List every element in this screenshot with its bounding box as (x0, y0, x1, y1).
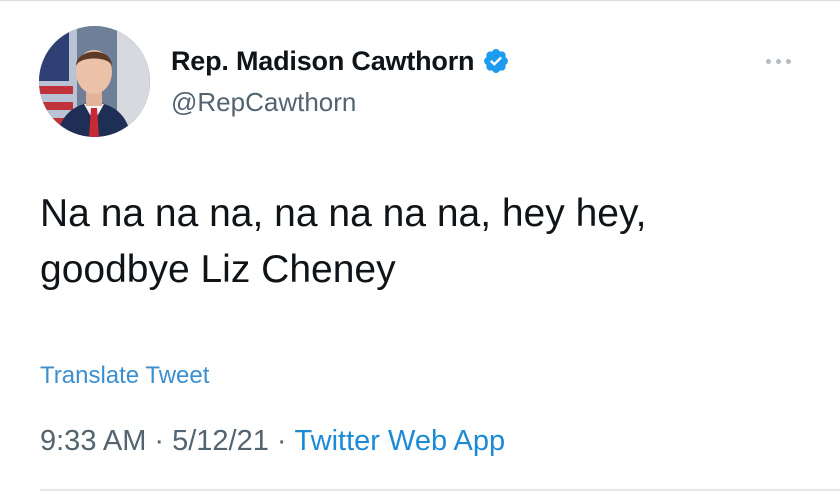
more-options-icon[interactable] (766, 56, 796, 66)
dot (786, 58, 791, 64)
verified-badge-icon (482, 47, 510, 75)
author-handle[interactable]: @RepCawthorn (171, 87, 356, 118)
tweet-date[interactable]: 5/12/21 (172, 425, 269, 458)
author-display-name[interactable]: Rep. Madison Cawthorn (171, 46, 475, 77)
tweet-text-line: Na na na na, na na na na, hey hey, (40, 192, 647, 235)
tweet-text-line: goodbye Liz Cheney (40, 248, 396, 291)
dot (766, 58, 771, 64)
top-border (0, 0, 840, 1)
meta-separator: · (276, 425, 287, 457)
tweet-text: Na na na na, na na na na, hey hey, goodb… (40, 186, 800, 298)
dot (776, 58, 781, 64)
author-name-row[interactable]: Rep. Madison Cawthorn (171, 44, 510, 78)
translate-tweet-link[interactable]: Translate Tweet (40, 362, 209, 390)
tweet-source-link[interactable]: Twitter Web App (295, 425, 506, 458)
tweet-time[interactable]: 9:33 AM (40, 425, 146, 458)
avatar[interactable] (39, 26, 150, 137)
meta-separator: · (154, 425, 165, 457)
divider (40, 489, 840, 491)
profile-photo-icon (39, 26, 150, 137)
tweet-card: Rep. Madison Cawthorn @RepCawthorn Na na… (0, 0, 840, 495)
tweet-meta: 9:33 AM · 5/12/21 · Twitter Web App (40, 425, 505, 458)
